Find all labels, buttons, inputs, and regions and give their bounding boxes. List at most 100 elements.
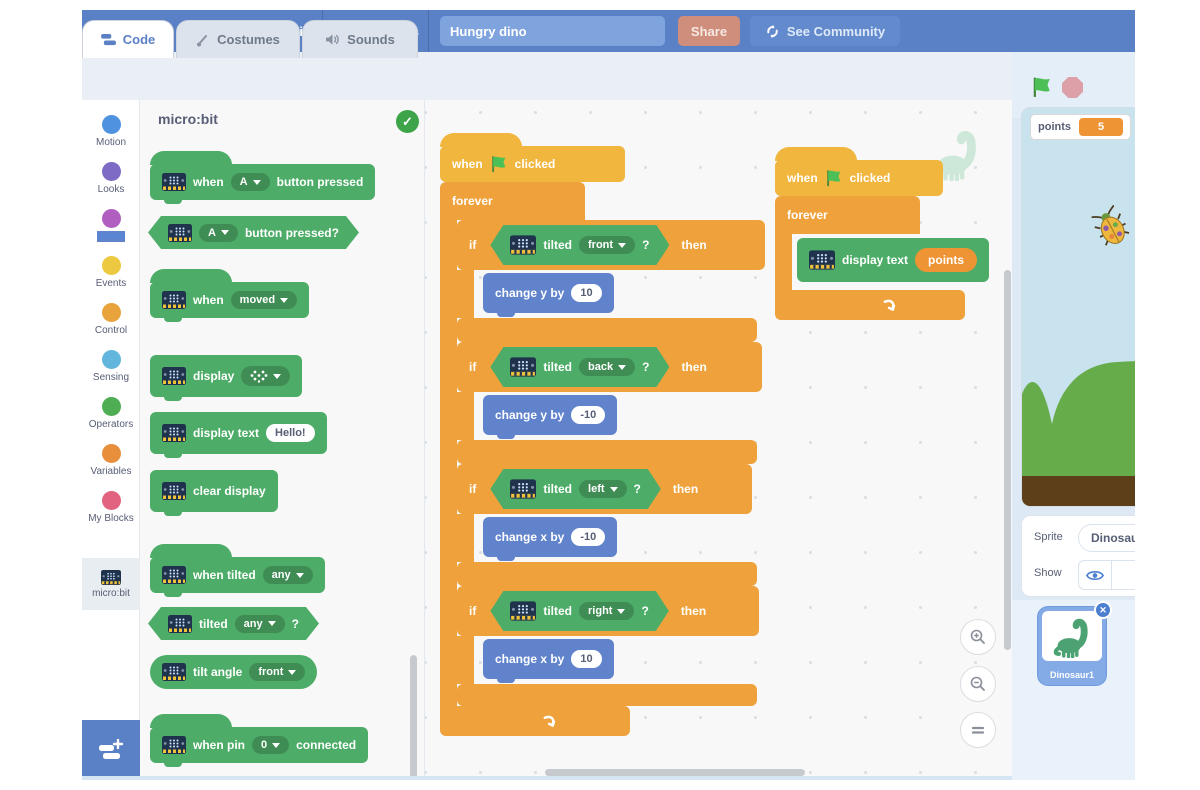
green-flag-button[interactable] — [1031, 76, 1053, 98]
sidebar-item-events[interactable]: Events — [82, 249, 140, 295]
direction-dropdown[interactable]: back — [579, 358, 635, 376]
sidebar-item-looks[interactable]: Looks — [82, 155, 140, 201]
palette-block-when-button-pressed[interactable]: when A button pressed — [150, 164, 375, 200]
add-extension-button[interactable] — [82, 720, 140, 780]
change-y-block[interactable]: change y by -10 — [483, 395, 617, 435]
direction-dropdown[interactable]: front — [579, 236, 635, 254]
variables-dot-icon — [102, 444, 121, 463]
tab-costumes[interactable]: Costumes — [176, 20, 300, 58]
show-label: Show — [1034, 567, 1062, 579]
palette-block-when-pin-connected[interactable]: when pin 0 connected — [150, 727, 368, 763]
code-horizontal-scrollbar[interactable] — [545, 769, 805, 776]
text-input[interactable]: Hello! — [266, 424, 315, 442]
button-dropdown[interactable]: A — [199, 224, 238, 242]
value-input[interactable]: -10 — [571, 406, 605, 424]
points-variable[interactable]: points — [915, 248, 977, 272]
gesture-dropdown[interactable]: moved — [231, 291, 297, 309]
block-text: when — [193, 175, 224, 189]
tilted-condition[interactable]: tilted right ? — [490, 591, 668, 631]
sidebar-item-motion[interactable]: Motion — [82, 108, 140, 154]
change-x-block[interactable]: change x by -10 — [483, 517, 617, 557]
sidebar-item-label: Motion — [96, 137, 126, 148]
palette-block-clear-display[interactable]: clear display — [150, 470, 278, 512]
microbit-icon — [510, 479, 536, 499]
palette-scrollbar[interactable] — [410, 655, 417, 780]
sidebar-item-operators[interactable]: Operators — [82, 390, 140, 436]
microbit-connected-check-icon[interactable] — [396, 110, 419, 133]
show-sprite-button[interactable] — [1078, 560, 1112, 590]
palette-block-tilt-angle[interactable]: tilt angle front — [150, 655, 317, 689]
block-text: clear display — [193, 484, 266, 498]
tilted-condition[interactable]: tilted back ? — [490, 347, 669, 387]
tilted-condition[interactable]: tilted front ? — [490, 225, 669, 265]
value-input[interactable]: 10 — [571, 650, 601, 668]
change-x-block[interactable]: change x by 10 — [483, 639, 614, 679]
hide-sprite-button[interactable] — [1111, 560, 1135, 590]
direction-dropdown[interactable]: left — [579, 480, 627, 498]
forever-block[interactable]: forever — [440, 182, 585, 220]
delete-sprite-button[interactable]: ✕ — [1094, 601, 1112, 619]
sprite-card-dinosaur1[interactable]: Dinosaur1 ✕ — [1038, 607, 1106, 685]
forever-block[interactable]: forever — [775, 196, 920, 234]
direction-dropdown[interactable]: right — [579, 602, 634, 620]
if-block[interactable]: if tilted right ? then — [457, 586, 759, 636]
palette-block-display-text[interactable]: display text Hello! — [150, 412, 327, 454]
palette-block-when-tilted[interactable]: when tilted any — [150, 557, 325, 593]
block-text: connected — [296, 738, 356, 752]
zoom-reset-button[interactable] — [960, 712, 996, 748]
share-button[interactable]: Share — [678, 16, 740, 46]
stop-button[interactable] — [1062, 77, 1083, 98]
if-block[interactable]: if tilted left ? then — [457, 464, 752, 514]
change-y-block[interactable]: change y by 10 — [483, 273, 614, 313]
palette-block-tilted[interactable]: tilted any ? — [148, 607, 319, 640]
if-block[interactable]: if tilted front ? then — [457, 220, 765, 270]
direction-dropdown[interactable]: any — [263, 566, 313, 584]
script-when-flag-clicked[interactable]: when clicked — [440, 146, 625, 182]
variable-label: points — [1038, 121, 1071, 133]
display-text-block[interactable]: display text points — [797, 238, 989, 282]
code-vertical-scrollbar[interactable] — [1004, 270, 1011, 650]
tab-sounds[interactable]: Sounds — [302, 20, 418, 58]
palette-block-display[interactable]: display — [150, 355, 302, 397]
block-text: ? — [642, 360, 649, 374]
bottom-edge — [82, 776, 1012, 780]
sidebar-item-microbit[interactable]: micro:bit — [82, 558, 140, 610]
eye-icon — [1086, 569, 1104, 582]
tilted-condition[interactable]: tilted left ? — [490, 469, 661, 509]
code-canvas[interactable]: when clicked forever if tilted front ? t… — [425, 100, 1012, 780]
sprite-label: Sprite — [1034, 531, 1063, 543]
loop-arrow-icon — [882, 298, 897, 313]
microbit-icon — [510, 357, 536, 377]
tab-code[interactable]: Code — [82, 20, 174, 58]
sidebar-item-variables[interactable]: Variables — [82, 437, 140, 483]
microbit-icon — [101, 570, 121, 585]
pattern-dropdown[interactable] — [241, 366, 290, 386]
zoom-in-button[interactable] — [960, 619, 996, 655]
button-dropdown[interactable]: A — [231, 173, 270, 191]
forever-spine — [775, 234, 792, 290]
dropdown-value: right — [588, 605, 612, 617]
value-input[interactable]: -10 — [571, 528, 605, 546]
zoom-out-button[interactable] — [960, 666, 996, 702]
scratch-app: SCRATCH File Edit — [0, 0, 1200, 790]
script-when-flag-clicked[interactable]: when clicked — [775, 160, 943, 196]
palette-block-when-moved[interactable]: when moved — [150, 282, 309, 318]
if-block[interactable]: if tilted back ? then — [457, 342, 762, 392]
direction-dropdown[interactable]: front — [249, 663, 305, 681]
pin-dropdown[interactable]: 0 — [252, 736, 289, 754]
sidebar-item-control[interactable]: Control — [82, 296, 140, 342]
direction-dropdown[interactable]: any — [235, 615, 285, 633]
value-input[interactable]: 10 — [571, 284, 601, 302]
see-community-button[interactable]: See Community — [750, 16, 900, 46]
sidebar-item-my-blocks[interactable]: My Blocks — [82, 484, 140, 530]
project-name-input[interactable] — [440, 16, 665, 46]
looks-dot-icon — [102, 162, 121, 181]
sprite-name-input[interactable] — [1078, 524, 1135, 552]
sidebar-item-sound[interactable]: Sound — [82, 202, 140, 248]
microbit-icon — [162, 566, 186, 584]
palette-block-button-pressed[interactable]: A button pressed? — [148, 216, 359, 249]
events-dot-icon — [102, 256, 121, 275]
block-text: change y by — [495, 286, 564, 300]
sidebar-item-sensing[interactable]: Sensing — [82, 343, 140, 389]
if-spine — [457, 392, 474, 440]
